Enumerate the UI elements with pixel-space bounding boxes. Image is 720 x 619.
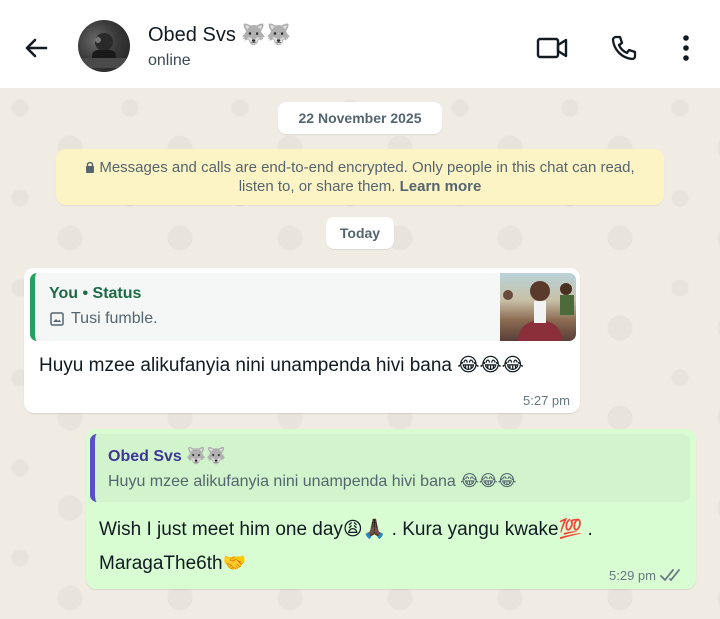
chat-header: Obed Svs 🐺🐺 online: [0, 0, 720, 88]
avatar-image: [82, 33, 126, 68]
contact-name[interactable]: Obed Svs 🐺🐺: [148, 22, 291, 47]
back-button[interactable]: [18, 30, 54, 66]
more-options-icon: [683, 35, 689, 61]
message-text: Wish I just meet him one day😩🙏🏿 . Kura y…: [99, 519, 593, 574]
status-photo: [503, 281, 574, 341]
back-arrow-icon: [25, 38, 48, 58]
quote-text: Tusi fumble.: [71, 310, 158, 327]
image-icon: [50, 312, 64, 326]
learn-more-link[interactable]: Learn more: [400, 178, 482, 195]
contact-status: online: [148, 52, 191, 69]
video-call-button[interactable]: [532, 28, 572, 68]
quoted-message[interactable]: Obed Svs 🐺🐺 Huyu mzee alikufanyia nini u…: [90, 434, 690, 502]
quote-title: Obed Svs 🐺🐺: [108, 448, 227, 465]
date-chip: 22 November 2025: [278, 102, 442, 134]
contact-avatar[interactable]: [78, 20, 130, 72]
chat-area[interactable]: 22 November 2025 Messages and calls are …: [0, 88, 720, 619]
incoming-message[interactable]: You • Status Tusi fumble. Huyu mzee alik…: [24, 268, 580, 413]
read-ticks-icon: [660, 569, 680, 581]
encryption-notice[interactable]: Messages and calls are end-to-end encryp…: [56, 149, 664, 205]
quote-text-row: Tusi fumble.: [49, 310, 158, 328]
lock-icon: [86, 161, 95, 173]
message-time: 5:27 pm: [523, 393, 570, 408]
quote-title: You • Status: [49, 285, 142, 302]
quote-text: Huyu mzee alikufanyia nini unampenda hiv…: [108, 473, 517, 490]
voice-call-button[interactable]: [604, 28, 644, 68]
more-options-button[interactable]: [666, 28, 706, 68]
status-thumbnail: [500, 273, 576, 341]
encryption-text: Messages and calls are end-to-end encryp…: [99, 159, 635, 195]
outgoing-message[interactable]: Obed Svs 🐺🐺 Huyu mzee alikufanyia nini u…: [86, 429, 696, 589]
message-text: Huyu mzee alikufanyia nini unampenda hiv…: [39, 355, 524, 376]
quoted-status[interactable]: You • Status Tusi fumble.: [30, 273, 576, 341]
message-time: 5:29 pm: [609, 568, 656, 583]
video-call-icon: [536, 37, 568, 59]
today-chip: Today: [326, 217, 394, 249]
voice-call-icon: [611, 35, 637, 61]
